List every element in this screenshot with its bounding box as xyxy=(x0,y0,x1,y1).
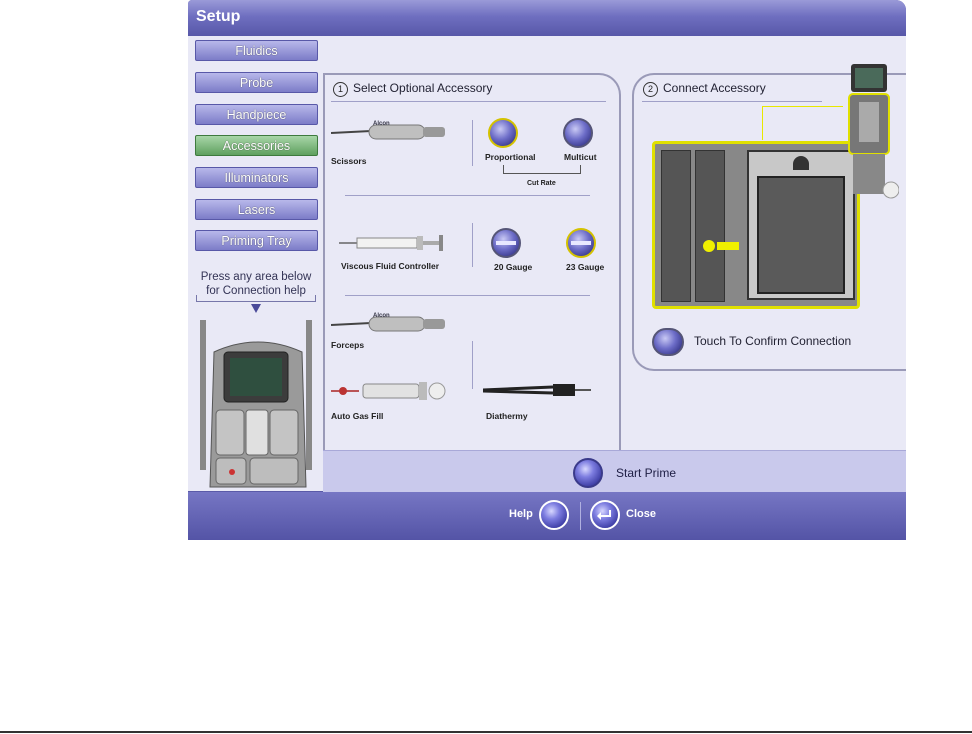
multicut-label: Multicut xyxy=(564,152,597,162)
nav-handpiece-button[interactable]: Handpiece xyxy=(195,104,318,125)
proportional-mode-button[interactable] xyxy=(488,118,518,148)
viscous-fluid-syringe-image[interactable] xyxy=(339,233,449,253)
step-2-number: 2 xyxy=(643,82,658,97)
nav-lasers-button[interactable]: Lasers xyxy=(195,199,318,220)
port-column-right xyxy=(695,150,725,302)
bottom-divider xyxy=(580,502,581,530)
help-bracket xyxy=(196,301,316,302)
page-bottom-rule xyxy=(0,731,972,733)
start-prime-bar: Start Prime xyxy=(323,450,906,493)
close-label: Close xyxy=(626,508,656,520)
help-bracket-right xyxy=(315,295,316,301)
scissors-separator xyxy=(472,120,473,166)
tray-image xyxy=(757,176,845,294)
start-prime-button[interactable] xyxy=(573,458,603,488)
forceps-brand-text: Alcon xyxy=(373,313,390,319)
select-accessory-panel: 1 Select Optional Accessory Alcon Scisso… xyxy=(323,73,621,451)
nav-probe-button[interactable]: Probe xyxy=(195,72,318,93)
connection-help-text: Press any area below for Connection help xyxy=(200,271,312,297)
window-title: Setup xyxy=(196,8,241,25)
row-separator-1 xyxy=(345,195,590,196)
forceps-label: Forceps xyxy=(331,340,365,350)
connection-port-diagram xyxy=(652,141,860,309)
diathermy-label: Diathermy xyxy=(486,411,528,421)
connection-arrow-icon xyxy=(717,242,739,250)
vfc-separator xyxy=(472,223,473,267)
auto-gas-fill-image[interactable] xyxy=(329,377,449,405)
viscous-fluid-controller-label: Viscous Fluid Controller xyxy=(341,261,440,271)
confirm-connection-button[interactable] xyxy=(652,328,684,356)
console-diagram[interactable] xyxy=(194,312,322,492)
confirm-connection-label: Touch To Confirm Connection xyxy=(694,334,852,348)
setup-window: Setup Fluidics Probe Handpiece Accessori… xyxy=(188,0,906,540)
forceps-separator xyxy=(472,341,473,389)
forceps-handpiece-image[interactable] xyxy=(331,311,451,335)
scissors-brand-text: Alcon xyxy=(373,121,390,127)
nav-fluidics-button[interactable]: Fluidics xyxy=(195,40,318,61)
step-1-number: 1 xyxy=(333,82,348,97)
proportional-label: Proportional xyxy=(485,152,536,162)
auto-gas-fill-label: Auto Gas Fill xyxy=(331,411,384,421)
panel-1-header-line xyxy=(331,101,606,102)
scissors-label: Scissors xyxy=(331,156,367,166)
title-bar: Setup xyxy=(188,0,906,36)
gauge-20-bar-icon xyxy=(496,241,516,245)
connector-line-vertical xyxy=(762,106,763,140)
row-separator-2 xyxy=(345,295,590,296)
help-button[interactable] xyxy=(539,500,569,530)
priming-tray-view xyxy=(747,150,855,300)
scissors-handpiece-image[interactable] xyxy=(331,119,451,143)
nav-illuminators-button[interactable]: Illuminators xyxy=(195,167,318,188)
gauge-23-label: 23 Gauge xyxy=(566,262,605,272)
cut-rate-label: Cut Rate xyxy=(527,180,556,187)
select-accessory-title: Select Optional Accessory xyxy=(353,81,493,95)
connector-line xyxy=(762,106,843,107)
bottom-action-bar: Help Close xyxy=(188,492,906,540)
help-label: Help xyxy=(509,508,533,520)
start-prime-label: Start Prime xyxy=(616,466,677,480)
highlighted-port-icon xyxy=(703,240,715,252)
gauge-23-bar-icon xyxy=(571,241,591,245)
tray-handle-icon xyxy=(793,156,809,170)
port-column-left xyxy=(661,150,691,302)
nav-priming-tray-button[interactable]: Priming Tray xyxy=(195,230,318,251)
multicut-mode-button[interactable] xyxy=(563,118,593,148)
nav-accessories-button[interactable]: Accessories xyxy=(195,135,318,156)
cut-rate-bracket xyxy=(503,165,581,174)
return-arrow-icon xyxy=(597,510,611,520)
close-button[interactable] xyxy=(590,500,620,530)
connect-accessory-title: Connect Accessory xyxy=(663,81,766,95)
help-bracket-left xyxy=(196,295,197,301)
gauge-20-label: 20 Gauge xyxy=(494,262,533,272)
console-thumbnail-image xyxy=(848,64,899,199)
left-nav-column: Fluidics Probe Handpiece Accessories Ill… xyxy=(188,36,323,491)
panel-2-header-line xyxy=(642,101,822,102)
diathermy-forceps-image[interactable] xyxy=(483,381,593,399)
